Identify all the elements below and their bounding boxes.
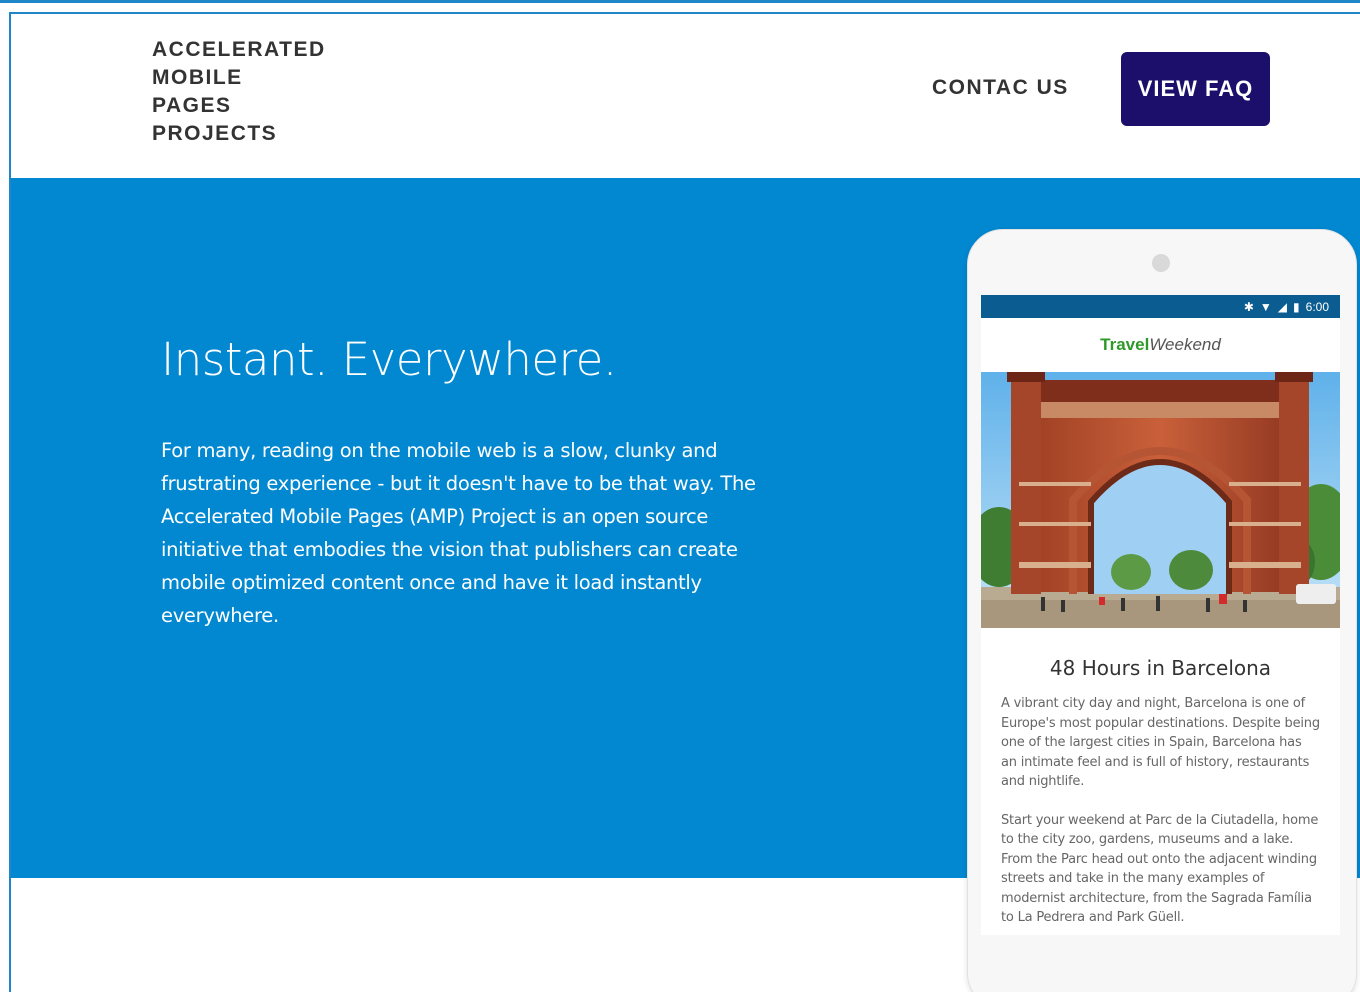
top-border: [0, 0, 1360, 3]
app-bar: Travel Weekend: [981, 318, 1340, 372]
left-border: [9, 12, 11, 992]
site-logo[interactable]: ACCELERATED MOBILE PAGES PROJECTS: [152, 36, 372, 148]
brand-travel: Travel: [1100, 335, 1150, 354]
logo-line-2: MOBILE: [152, 66, 243, 89]
phone-speaker: [1152, 254, 1170, 272]
status-time: 6:00: [1305, 299, 1329, 314]
article-paragraph-1: A vibrant city day and night, Barcelona …: [1001, 696, 1320, 789]
phone-mockup: ✱ ▼ ◢ ▮ 6:00 Travel Weekend 48 Hours in …: [967, 229, 1357, 992]
logo-line-1: ACCELERATED: [152, 38, 326, 61]
wifi-icon: ▼: [1259, 299, 1272, 314]
view-faq-button[interactable]: VIEW FAQ: [1121, 52, 1270, 126]
phone-screen: ✱ ▼ ◢ ▮ 6:00 Travel Weekend 48 Hours in …: [981, 295, 1340, 935]
hero-title: Instant. Everywhere.: [161, 333, 617, 386]
barcelona-arch-photo: [981, 372, 1340, 628]
battery-icon: ▮: [1293, 299, 1300, 314]
brand-weekend: Weekend: [1149, 335, 1221, 354]
article-title: 48 Hours in Barcelona: [1049, 656, 1272, 680]
logo-line-4: PROJECTS: [152, 122, 278, 145]
signal-icon: ◢: [1277, 299, 1288, 314]
article-paragraph-2: Start your weekend at Parc de la Ciutade…: [1001, 812, 1319, 926]
hero-description: For many, reading on the mobile web is a…: [161, 439, 756, 627]
status-bar: ✱ ▼ ◢ ▮ 6:00: [981, 295, 1340, 318]
logo-line-3: PAGES: [152, 94, 232, 117]
bluetooth-icon: ✱: [1243, 299, 1254, 314]
contact-us-link[interactable]: CONTAC US: [932, 76, 1069, 100]
site-header: ACCELERATED MOBILE PAGES PROJECTS CONTAC…: [11, 14, 1360, 178]
